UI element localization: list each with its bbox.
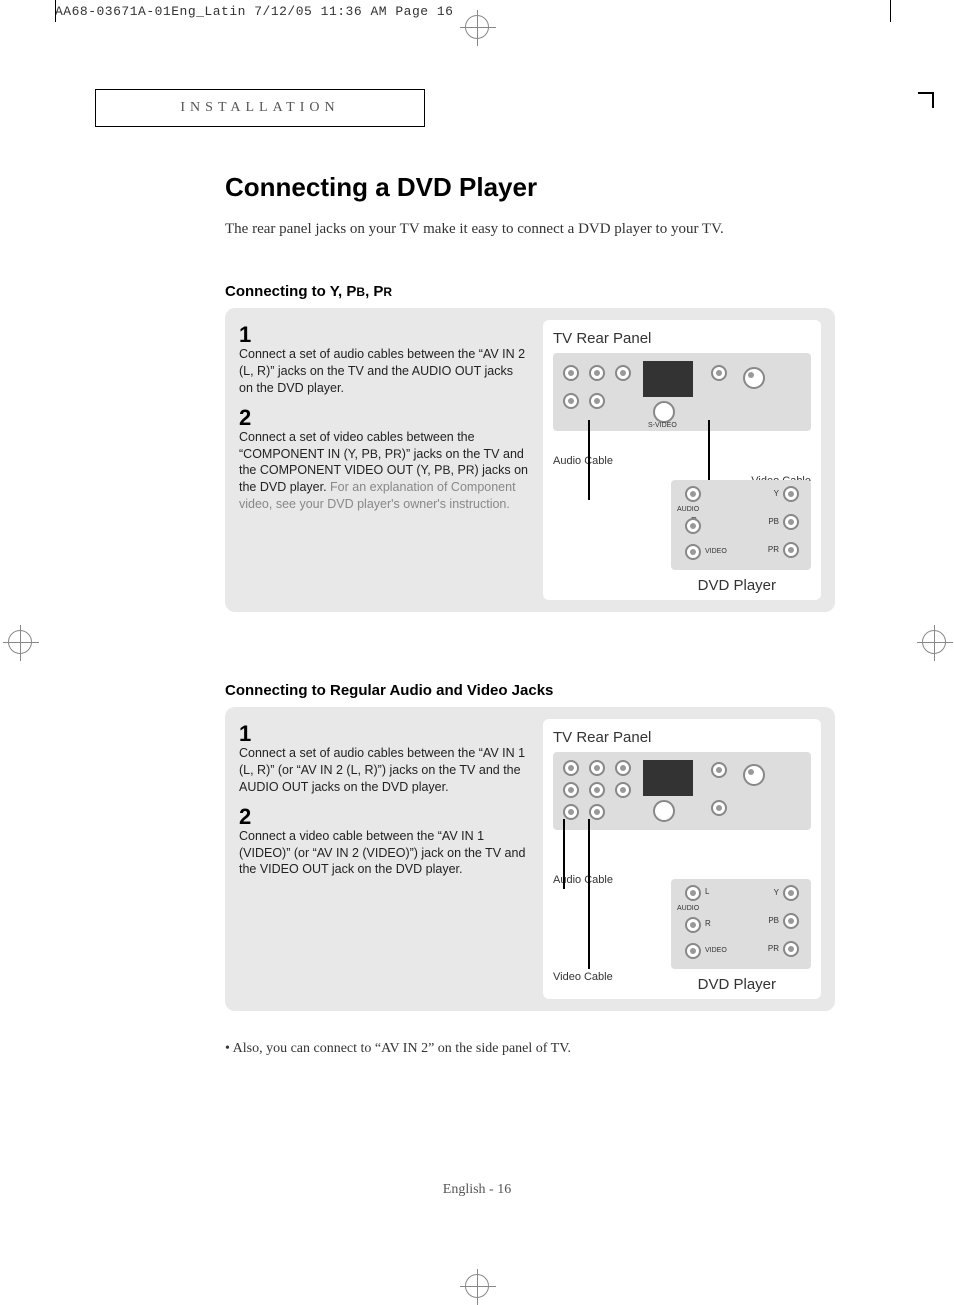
- step-text: Connect a set of audio cables between th…: [239, 745, 529, 796]
- y-label: Y: [774, 489, 779, 498]
- audio-r-label: R: [705, 919, 711, 928]
- svideo-jack-icon: [653, 800, 675, 822]
- section1-box: 1 Connect a set of audio cables between …: [225, 308, 835, 612]
- dvd-player-label: DVD Player: [698, 577, 776, 594]
- pr-label: PR: [768, 545, 779, 554]
- jack-icon: [589, 365, 605, 381]
- tv-rear-panel-icon: [553, 752, 811, 830]
- pr-label: PR: [768, 944, 779, 953]
- dvd-player-label: DVD Player: [698, 976, 776, 993]
- bullet-note: • Also, you can connect to “AV IN 2” on …: [225, 1041, 835, 1057]
- video-label: VIDEO: [705, 947, 727, 954]
- step-number: 2: [239, 806, 529, 828]
- section2-heading: Connecting to Regular Audio and Video Ja…: [225, 682, 835, 699]
- registration-mark-icon: [465, 15, 489, 39]
- chapter-label: INSTALLATION: [180, 100, 339, 116]
- registration-mark-icon: [8, 630, 32, 654]
- jack-icon: [743, 367, 765, 389]
- jack-icon: [685, 885, 701, 901]
- jack-icon: [615, 782, 631, 798]
- tv-panel-label: TV Rear Panel: [553, 729, 811, 746]
- tv-rear-panel-icon: S-VIDEO: [553, 353, 811, 431]
- step-number: 1: [239, 324, 529, 346]
- section2-box: 1 Connect a set of audio cables between …: [225, 707, 835, 1011]
- step-number: 1: [239, 723, 529, 745]
- pb-label: PB: [768, 517, 779, 526]
- registration-mark-icon: [922, 630, 946, 654]
- jack-icon: [589, 760, 605, 776]
- jack-icon: [783, 486, 799, 502]
- audio-cable-label: Audio Cable: [553, 455, 613, 467]
- jack-icon: [589, 782, 605, 798]
- jack-icon: [783, 913, 799, 929]
- jack-icon: [563, 804, 579, 820]
- step-text: Connect a set of audio cables between th…: [239, 346, 529, 397]
- jack-icon: [783, 514, 799, 530]
- crop-mark: [890, 0, 891, 22]
- registration-mark-icon: [465, 1274, 489, 1298]
- jack-icon: [685, 917, 701, 933]
- section1-heading: Connecting to Y, PB, PR: [225, 283, 835, 300]
- chapter-label-box: INSTALLATION: [95, 89, 425, 127]
- step-number: 2: [239, 407, 529, 429]
- jack-icon: [783, 941, 799, 957]
- jack-icon: [563, 393, 579, 409]
- crop-mark: [55, 0, 56, 22]
- jack-icon: [685, 943, 701, 959]
- cable-icon: [563, 819, 565, 889]
- svideo-label: S-VIDEO: [648, 422, 677, 429]
- jack-icon: [711, 800, 727, 816]
- jack-icon: [685, 486, 701, 502]
- audio-label: AUDIO: [677, 506, 699, 513]
- connection-diagram: TV Rear Panel S-VIDEO Audio Cable Video …: [543, 320, 821, 600]
- video-cable-label: Video Cable: [553, 971, 613, 983]
- dvd-player-icon: L AUDIO R VIDEO Y PB PR: [671, 879, 811, 969]
- jack-icon: [685, 544, 701, 560]
- jack-icon: [589, 804, 605, 820]
- jack-icon: [563, 782, 579, 798]
- step-text: Connect a video cable between the “AV IN…: [239, 828, 529, 879]
- jack-icon: [685, 518, 701, 534]
- cable-icon: [588, 819, 590, 969]
- jack-icon: [783, 542, 799, 558]
- audio-l-label: L: [705, 887, 709, 896]
- page-title: Connecting a DVD Player: [225, 172, 835, 203]
- jack-icon: [783, 885, 799, 901]
- pb-label: PB: [768, 916, 779, 925]
- svideo-jack-icon: [653, 401, 675, 423]
- jack-icon: [563, 760, 579, 776]
- video-label: VIDEO: [705, 548, 727, 555]
- connection-diagram: TV Rear Panel Audio Cable Video Cable: [543, 719, 821, 999]
- port-block-icon: [643, 361, 693, 397]
- cable-icon: [588, 420, 590, 500]
- jack-icon: [743, 764, 765, 786]
- jack-icon: [563, 365, 579, 381]
- port-block-icon: [643, 760, 693, 796]
- page-footer: English - 16: [0, 1182, 954, 1198]
- intro-text: The rear panel jacks on your TV make it …: [225, 221, 835, 238]
- jack-icon: [615, 365, 631, 381]
- audio-label: AUDIO: [677, 905, 699, 912]
- jack-icon: [711, 762, 727, 778]
- audio-cable-label: Audio Cable: [553, 874, 613, 886]
- corner-crop-icon: [918, 92, 934, 108]
- tv-panel-label: TV Rear Panel: [553, 330, 811, 347]
- y-label: Y: [774, 888, 779, 897]
- jack-icon: [589, 393, 605, 409]
- step-text: Connect a set of video cables between th…: [239, 429, 529, 513]
- jack-icon: [615, 760, 631, 776]
- dvd-player-icon: L AUDIO R VIDEO Y PB PR: [671, 480, 811, 570]
- jack-icon: [711, 365, 727, 381]
